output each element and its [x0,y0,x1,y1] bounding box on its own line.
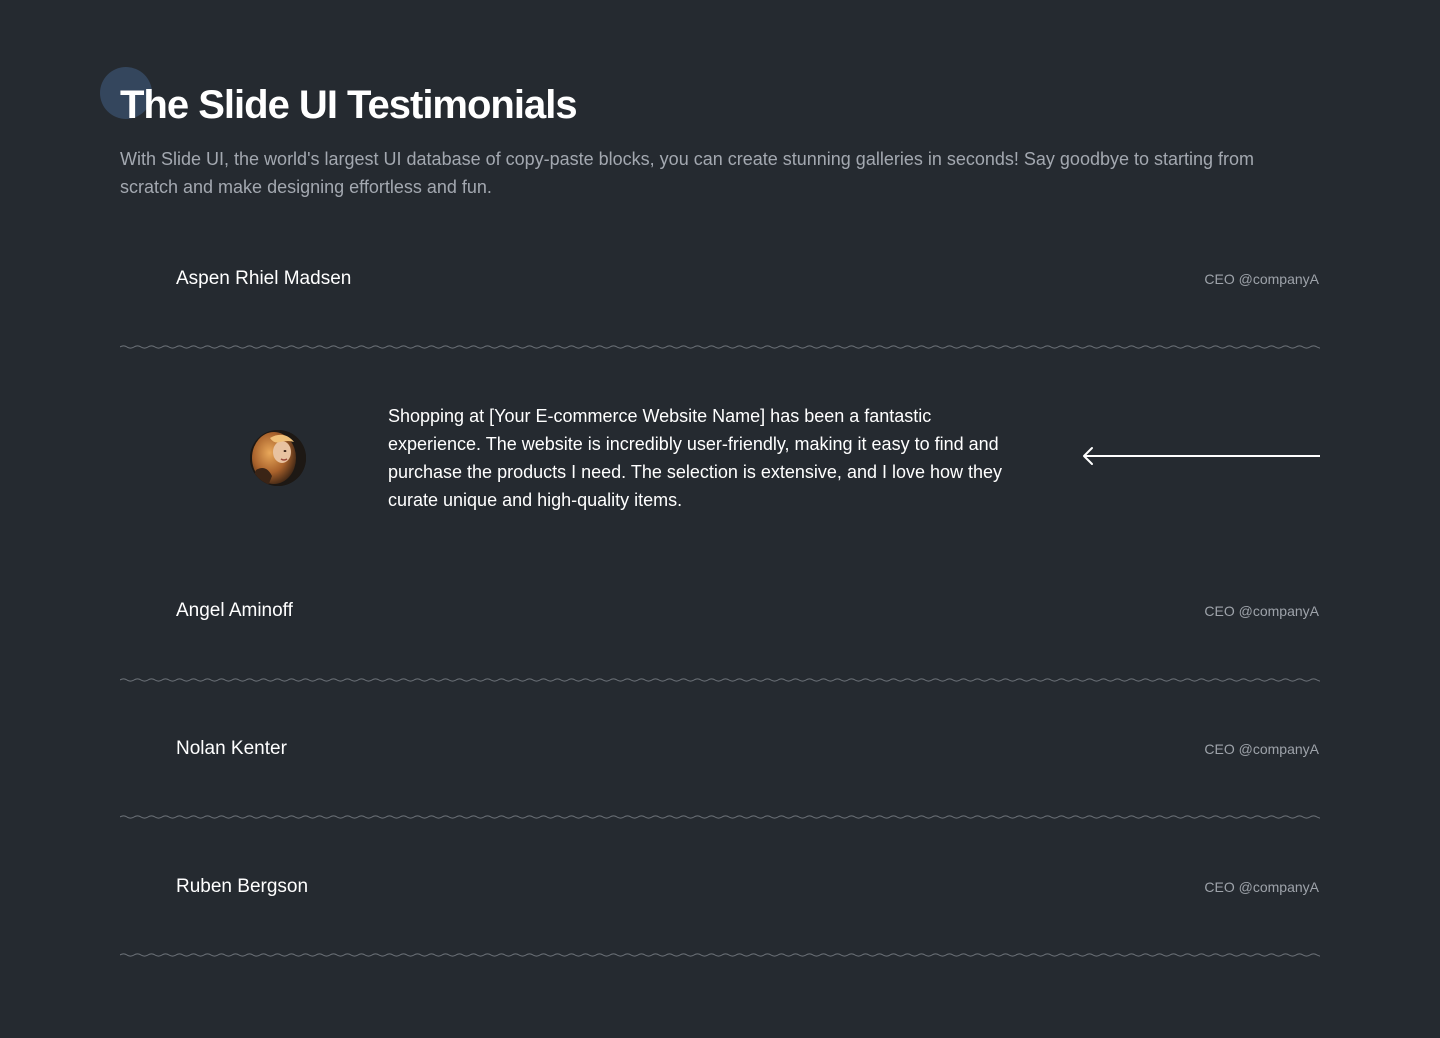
wavy-divider [120,815,1320,819]
page-subtitle: With Slide UI, the world's largest UI da… [120,149,1255,197]
testimonial-row-nolan[interactable]: Nolan Kenter CEO @companyA [120,734,1320,764]
testimonial-name: Aspen Rhiel Madsen [176,268,352,289]
testimonial-row-ruben[interactable]: Ruben Bergson CEO @companyA [120,872,1320,902]
wavy-divider [120,345,1320,349]
wavy-divider [120,678,1320,682]
testimonials-page: The Slide UI Testimonials With Slide UI,… [0,0,1440,1038]
arrow-left-icon[interactable] [1082,446,1322,466]
testimonial-role: CEO @companyA [1204,741,1319,757]
expanded-testimonial: Shopping at [Your E-commerce Website Nam… [120,398,1320,518]
testimonial-name: Nolan Kenter [176,738,287,759]
testimonial-row-aspen[interactable]: Aspen Rhiel Madsen CEO @companyA [120,264,1320,294]
testimonial-name: Angel Aminoff [176,600,293,621]
testimonial-role: CEO @companyA [1204,603,1319,619]
testimonial-name: Ruben Bergson [176,876,309,897]
testimonial-row-angel[interactable]: Angel Aminoff CEO @companyA [120,596,1320,626]
wavy-divider [120,953,1320,957]
testimonial-role: CEO @companyA [1204,271,1319,287]
testimonial-role: CEO @companyA [1204,879,1319,895]
testimonial-quote: Shopping at [Your E-commerce Website Nam… [388,406,1003,510]
page-title: The Slide UI Testimonials [120,83,578,127]
user-avatar-photo [250,430,306,486]
